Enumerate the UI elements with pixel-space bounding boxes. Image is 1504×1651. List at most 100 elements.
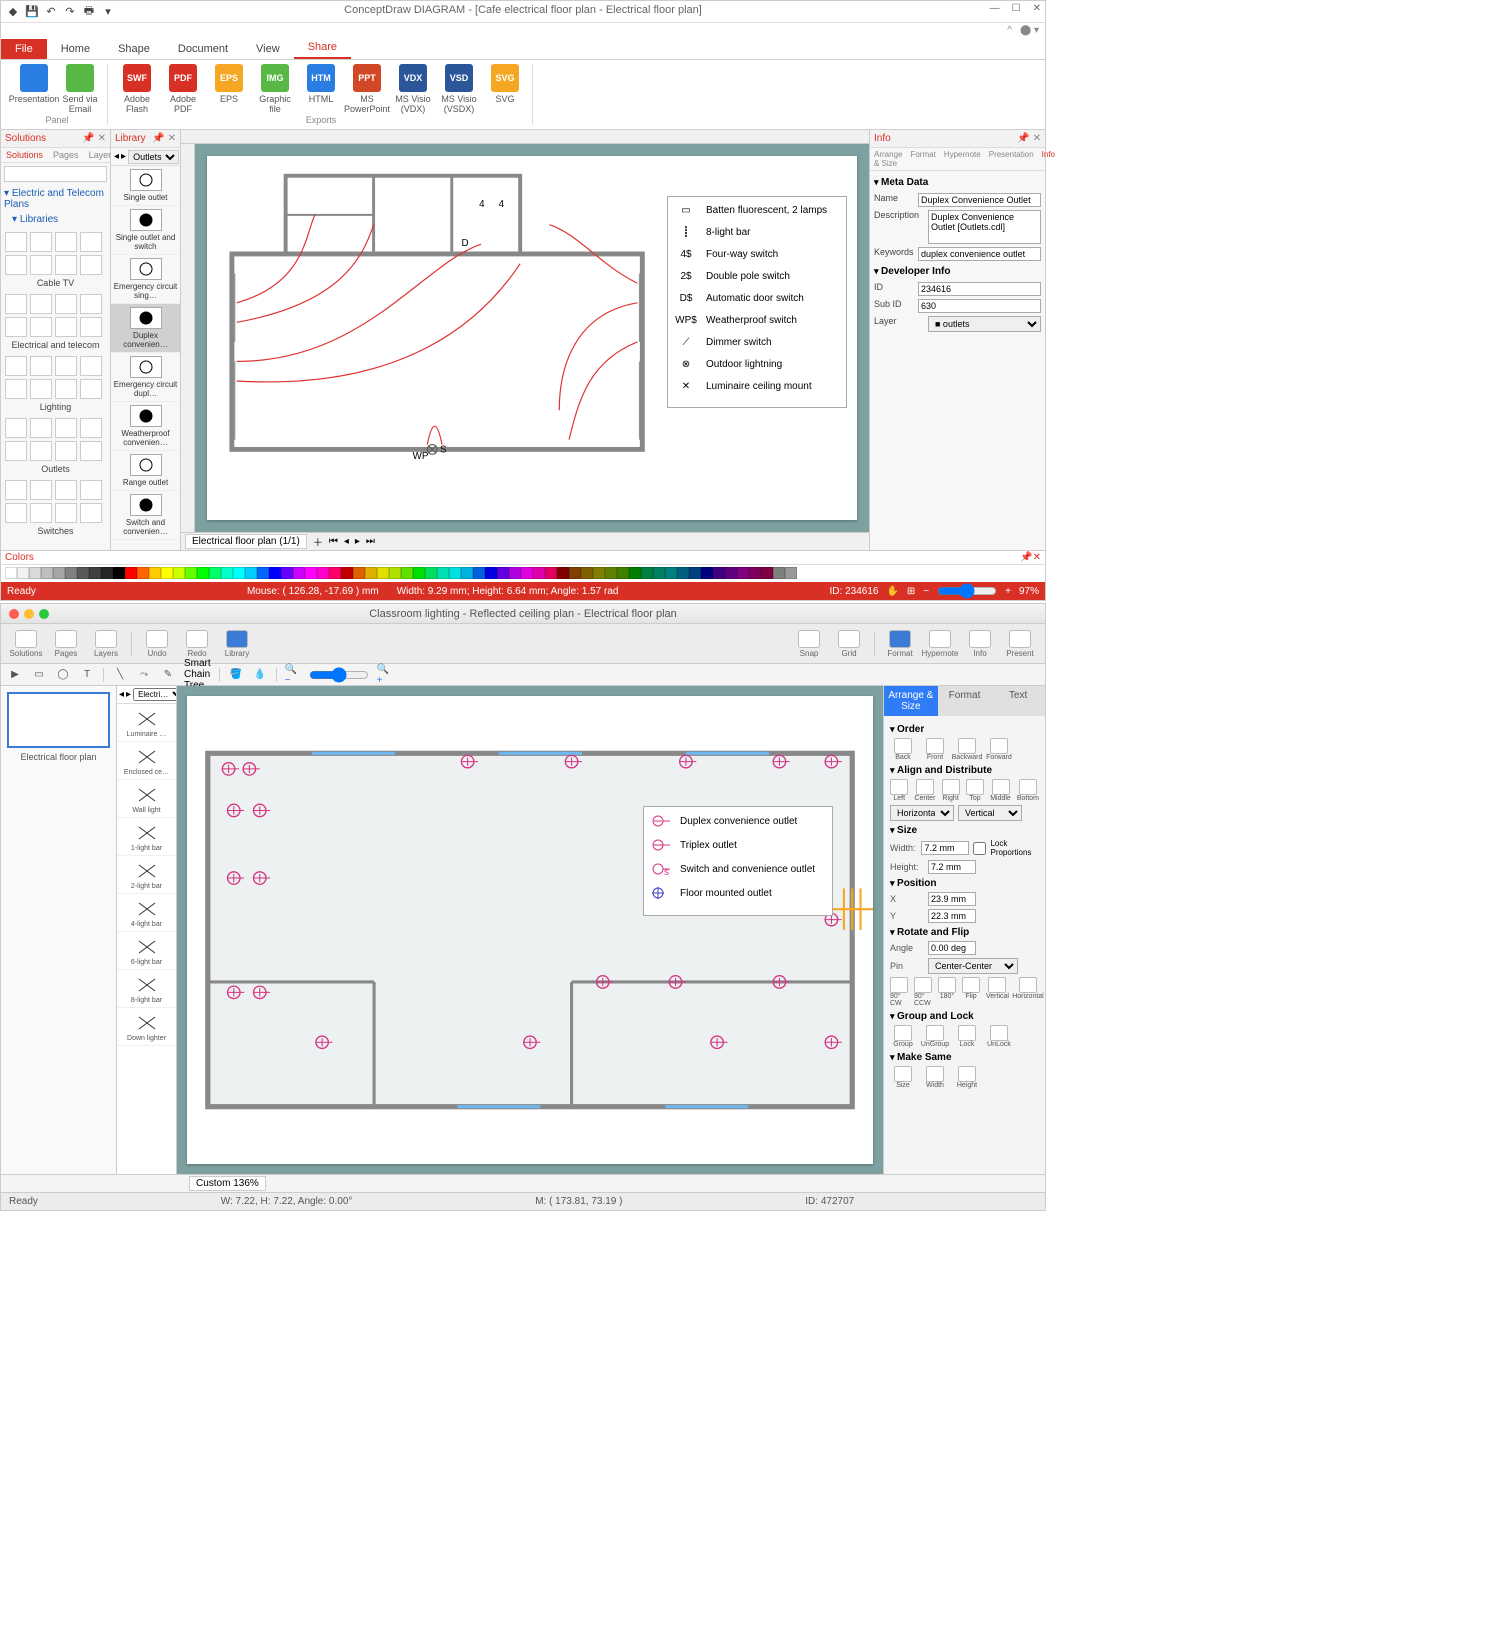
- color-swatch[interactable]: [65, 567, 77, 579]
- ribbon-button[interactable]: PDFAdobe PDF: [162, 64, 204, 115]
- color-swatch[interactable]: [17, 567, 29, 579]
- rtab-arrange[interactable]: Arrange & Size: [884, 686, 938, 716]
- library-item[interactable]: Emergency circuit sing…: [111, 255, 180, 304]
- size-header[interactable]: ▾ Size: [890, 825, 1039, 836]
- add-page-icon[interactable]: ＋: [313, 534, 323, 549]
- align-v-select[interactable]: Vertical: [958, 805, 1022, 821]
- color-swatch[interactable]: [329, 567, 341, 579]
- color-swatch[interactable]: [749, 567, 761, 579]
- color-swatch[interactable]: [101, 567, 113, 579]
- library-item[interactable]: Range outlet: [111, 451, 180, 491]
- close-button[interactable]: ✕: [1033, 3, 1041, 14]
- layer-select[interactable]: ■ outlets: [928, 316, 1041, 332]
- color-swatch[interactable]: [773, 567, 785, 579]
- keywords-input[interactable]: [918, 247, 1041, 261]
- nav-back-icon[interactable]: ◂: [119, 689, 124, 700]
- color-swatch[interactable]: [353, 567, 365, 579]
- tab-view[interactable]: View: [242, 39, 294, 59]
- color-swatch[interactable]: [533, 567, 545, 579]
- toolbar-button[interactable]: Hypernote: [921, 630, 959, 658]
- tab-home[interactable]: Home: [47, 39, 104, 59]
- close-icon[interactable]: ✕: [1033, 133, 1041, 144]
- text-tool-icon[interactable]: T: [79, 667, 95, 683]
- library-item[interactable]: Switch and convenien…: [111, 491, 180, 540]
- color-swatch[interactable]: [125, 567, 137, 579]
- color-swatch[interactable]: [521, 567, 533, 579]
- tab-share[interactable]: Share: [294, 37, 351, 59]
- panel-button[interactable]: 90° CW: [890, 977, 908, 1007]
- subid-input[interactable]: [918, 299, 1041, 313]
- color-swatch[interactable]: [437, 567, 449, 579]
- color-swatch[interactable]: [581, 567, 593, 579]
- library-item[interactable]: Duplex convenien…: [111, 304, 180, 353]
- color-swatch[interactable]: [485, 567, 497, 579]
- color-swatch[interactable]: [245, 567, 257, 579]
- panel-button[interactable]: Vertical: [986, 977, 1009, 1007]
- color-swatch[interactable]: [185, 567, 197, 579]
- color-swatch[interactable]: [53, 567, 65, 579]
- zoom-out-icon[interactable]: −: [923, 586, 929, 597]
- ribbon-button[interactable]: SVGSVG: [484, 64, 526, 115]
- zoom-slider[interactable]: [309, 667, 369, 683]
- nav-fwd-icon[interactable]: ▸: [126, 689, 131, 700]
- ribbon-button[interactable]: Send via Email: [59, 64, 101, 115]
- color-swatch[interactable]: [221, 567, 233, 579]
- color-swatch[interactable]: [677, 567, 689, 579]
- id-input[interactable]: [918, 282, 1041, 296]
- toolbar-button[interactable]: Present: [1001, 630, 1039, 658]
- toolbar-button[interactable]: Redo: [178, 630, 216, 658]
- color-swatch[interactable]: [689, 567, 701, 579]
- color-swatch[interactable]: [725, 567, 737, 579]
- library-item[interactable]: Wall light: [117, 780, 176, 818]
- panel-button[interactable]: Top: [966, 779, 984, 802]
- pen-tool-icon[interactable]: ✎: [160, 667, 176, 683]
- panel-button[interactable]: 90° CCW: [914, 977, 932, 1007]
- page-nav-prev-icon[interactable]: ◂: [344, 536, 349, 547]
- subtab-solutions[interactable]: Solutions: [1, 148, 48, 162]
- panel-button[interactable]: Front: [922, 738, 948, 761]
- panel-button[interactable]: Middle: [990, 779, 1011, 802]
- pin-icon[interactable]: 📌: [1017, 133, 1029, 144]
- tree-section[interactable]: ▾ Electric and Telecom Plans: [4, 188, 107, 210]
- meta-data-header[interactable]: ▾ Meta Data: [874, 175, 1041, 190]
- color-swatch[interactable]: [413, 567, 425, 579]
- color-swatch[interactable]: [617, 567, 629, 579]
- panel-button[interactable]: UnLock: [986, 1025, 1012, 1048]
- color-swatch[interactable]: [293, 567, 305, 579]
- info-tab-info[interactable]: Info: [1038, 148, 1059, 170]
- color-swatch[interactable]: [197, 567, 209, 579]
- mode-smart[interactable]: Smart: [184, 658, 211, 669]
- color-swatch[interactable]: [545, 567, 557, 579]
- toolbar-button[interactable]: Format: [881, 630, 919, 658]
- library-selector[interactable]: Outlets: [128, 150, 179, 164]
- panel-button[interactable]: Flip: [962, 977, 980, 1007]
- library-item[interactable]: 1-light bar: [117, 818, 176, 856]
- rtab-format[interactable]: Format: [938, 686, 992, 716]
- panel-button[interactable]: Size: [890, 1066, 916, 1089]
- zoom-slider[interactable]: [937, 583, 997, 599]
- color-swatch[interactable]: [629, 567, 641, 579]
- lock-prop-checkbox[interactable]: [973, 842, 986, 855]
- page-tab[interactable]: Electrical floor plan (1/1): [185, 534, 307, 549]
- color-swatch[interactable]: [257, 567, 269, 579]
- ribbon-button[interactable]: IMGGraphic file: [254, 64, 296, 115]
- panel-button[interactable]: Right: [941, 779, 959, 802]
- desc-input[interactable]: [928, 210, 1041, 244]
- page-nav-first-icon[interactable]: ⏮: [329, 536, 338, 547]
- info-tab-arrange[interactable]: Arrange & Size: [870, 148, 906, 170]
- zoom-in-icon[interactable]: 🔍+: [377, 667, 393, 683]
- color-swatch[interactable]: [173, 567, 185, 579]
- library-group[interactable]: Switches: [5, 480, 106, 536]
- library-item[interactable]: 2-light bar: [117, 856, 176, 894]
- panel-button[interactable]: Center: [914, 779, 935, 802]
- panel-button[interactable]: Lock: [954, 1025, 980, 1048]
- toolbar-button[interactable]: Layers: [87, 630, 125, 658]
- height-input[interactable]: [928, 860, 976, 874]
- toolbar-button[interactable]: Info: [961, 630, 999, 658]
- color-swatch[interactable]: [317, 567, 329, 579]
- color-swatch[interactable]: [389, 567, 401, 579]
- color-swatch[interactable]: [377, 567, 389, 579]
- angle-input[interactable]: [928, 941, 976, 955]
- color-swatch[interactable]: [665, 567, 677, 579]
- ribbon-button[interactable]: Presentation: [13, 64, 55, 115]
